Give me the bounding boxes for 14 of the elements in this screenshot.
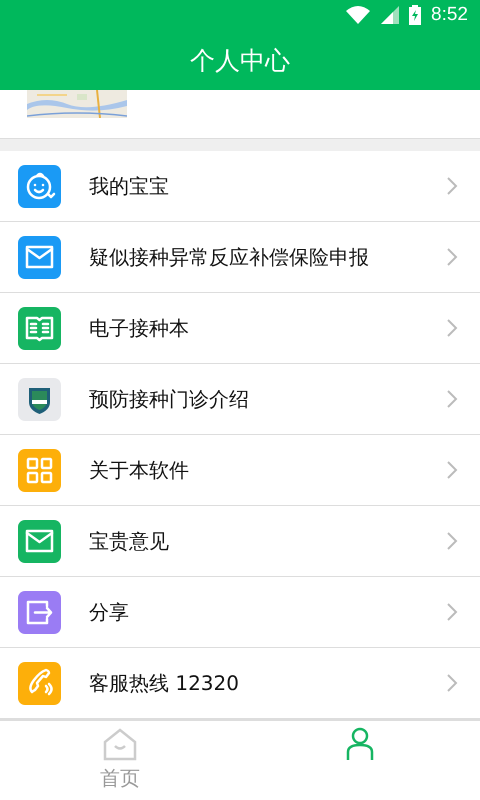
wifi-icon xyxy=(345,5,372,25)
chevron-icon xyxy=(446,531,458,551)
chevron-icon xyxy=(446,389,458,409)
home-icon xyxy=(102,727,138,761)
chevron-icon xyxy=(446,602,458,622)
chevron-icon xyxy=(446,318,458,338)
chevron-icon xyxy=(446,247,458,267)
chevron-icon xyxy=(446,176,458,196)
page-title: 个人中心 xyxy=(190,44,290,76)
chevron-icon xyxy=(446,673,458,693)
battery-icon xyxy=(409,5,422,25)
status-time: 8:52 xyxy=(431,4,468,26)
chevron-icon xyxy=(446,460,458,480)
signal-icon xyxy=(381,6,400,24)
